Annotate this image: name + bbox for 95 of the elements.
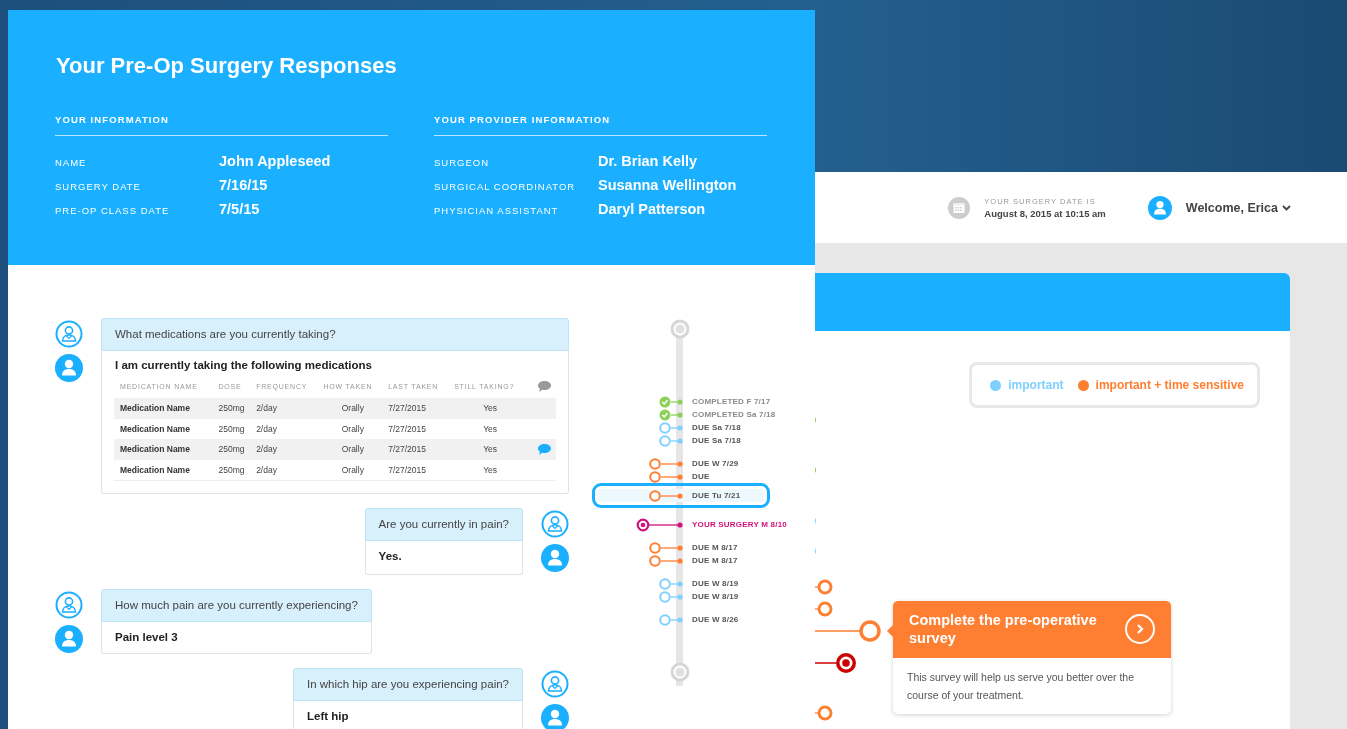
question-bubble: In which hip are you experiencing pain?: [292, 668, 523, 701]
table-cell: Medication Name: [120, 403, 190, 414]
timeline-item[interactable]: DUE W 8/26: [598, 613, 764, 626]
doctor-avatar-icon: [541, 670, 569, 698]
answer-text: Left hip: [292, 701, 523, 729]
table-cell: Medication Name: [120, 444, 190, 455]
section-heading: YOUR INFORMATION: [55, 114, 388, 136]
field-value: Daryl Patterson: [598, 200, 707, 218]
timeline-item[interactable]: DUE M 8/17: [598, 554, 764, 567]
next-button[interactable]: [1125, 614, 1155, 644]
table-cell: Yes: [483, 464, 497, 475]
user-menu-button[interactable]: Welcome, Erica: [1185, 200, 1291, 215]
timeline-item[interactable]: DUE: [598, 470, 764, 483]
field-value: 7/5/15: [219, 200, 261, 218]
target-icon: [636, 518, 650, 531]
timeline-item[interactable]: DUE Sa 7/18: [598, 421, 764, 434]
table-cell: 2/day: [256, 403, 277, 414]
table-cell: Orally: [341, 423, 364, 434]
table-cell: 7/27/2015: [388, 444, 426, 455]
user-avatar-icon: [541, 544, 569, 572]
table-cell: Medication Name: [120, 464, 190, 475]
question-bubble: What medications are you currently taking?: [101, 318, 569, 351]
connector-line: [670, 580, 683, 587]
doctor-avatar-icon: [541, 510, 569, 538]
connector-line: [660, 460, 683, 467]
calendar-icon: [948, 196, 971, 219]
connector-line: [670, 616, 683, 623]
comment-icon: [537, 381, 551, 392]
answer-text: Yes.: [364, 541, 523, 575]
field-label: SURGEON: [434, 157, 491, 168]
answer-text: Pain level 3: [101, 622, 372, 654]
survey-title: Complete the pre-operative survey: [909, 611, 1098, 647]
table-cell: 250mg: [218, 403, 245, 414]
connector-line: [670, 437, 683, 444]
timeline-item[interactable]: COMPLETED F 7/17: [598, 395, 773, 408]
timeline-item[interactable]: DUE W 8/19: [598, 590, 764, 603]
table-cell: 2/day: [256, 464, 277, 475]
table-cell: 250mg: [218, 423, 245, 434]
chevron-right-icon: [1135, 623, 1145, 635]
timeline-item[interactable]: COMPLETED Sa 7/18: [598, 408, 778, 421]
user-avatar-icon: [55, 625, 83, 653]
field-label: SURGICAL COORDINATOR: [434, 181, 577, 192]
timeline-item[interactable]: DUE Sa 7/18: [598, 434, 764, 447]
page-title: Your Pre-Op Surgery Responses: [56, 52, 398, 80]
field-value: 7/16/15: [219, 176, 269, 194]
timeline-end-icon: [670, 662, 690, 682]
table-cell: Yes: [483, 423, 497, 434]
connector-line: [670, 424, 683, 431]
table-cell: 250mg: [218, 464, 245, 475]
connector-line: [660, 473, 683, 480]
comment-icon: [537, 443, 551, 455]
connector-line: [670, 398, 683, 405]
doctor-avatar-icon: [55, 591, 83, 619]
table-cell: 2/day: [256, 423, 277, 434]
timeline-item[interactable]: DUE M 8/17: [598, 541, 764, 554]
table-cell: Orally: [341, 444, 364, 455]
field-label: PHYSICIAN ASSISTANT: [434, 205, 560, 216]
field-value: Susanna Wellington: [598, 176, 738, 194]
doctor-avatar-icon: [55, 320, 83, 348]
answer-heading: I am currently taking the following medications: [114, 358, 373, 373]
legend-label: important: [1008, 378, 1064, 392]
connector-line: [660, 492, 683, 499]
field-value: John Appleseed: [219, 152, 332, 170]
field-label: SURGERY DATE: [55, 181, 142, 192]
table-cell: 250mg: [218, 444, 245, 455]
legend-label: important + time sensitive: [1095, 378, 1244, 392]
question-bubble: How much pain are you currently experiencing?: [101, 589, 372, 622]
table-cell: Orally: [341, 464, 364, 475]
table-cell: 7/27/2015: [388, 423, 426, 434]
table-cell: 7/27/2015: [388, 403, 426, 414]
field-label: PRE-OP CLASS DATE: [55, 205, 171, 216]
connector-line: [670, 593, 683, 600]
user-avatar-icon: [55, 354, 83, 382]
timeline-item[interactable]: DUE W 8/19: [598, 577, 764, 590]
user-avatar-icon: [1147, 195, 1172, 220]
field-value: Dr. Brian Kelly: [598, 152, 699, 170]
field-label: NAME: [55, 157, 88, 168]
section-heading: YOUR PROVIDER INFORMATION: [434, 114, 767, 136]
question-bubble: Are you currently in pain?: [364, 508, 523, 541]
survey-description: This survey will help us serve you better over the course of your treatment.: [906, 670, 1136, 703]
table-cell: Orally: [341, 403, 364, 414]
table-cell: 2/day: [256, 444, 277, 455]
timeline-start-icon: [670, 319, 690, 339]
table-cell: Yes: [483, 444, 497, 455]
chevron-down-icon: [1282, 204, 1291, 211]
table-cell: 7/27/2015: [388, 464, 426, 475]
surgery-date-value: August 8, 2015 at 10:15 am: [984, 207, 1106, 219]
connector-line: [670, 411, 683, 418]
table-cell: Yes: [483, 403, 497, 414]
connector-line: [660, 544, 683, 551]
connector-line: [648, 521, 683, 528]
table-cell: Medication Name: [120, 423, 190, 434]
timeline-item[interactable]: DUE W 7/29: [598, 457, 764, 470]
timeline-item[interactable]: YOUR SURGERY M 8/10: [598, 518, 789, 531]
connector-line: [660, 557, 683, 564]
